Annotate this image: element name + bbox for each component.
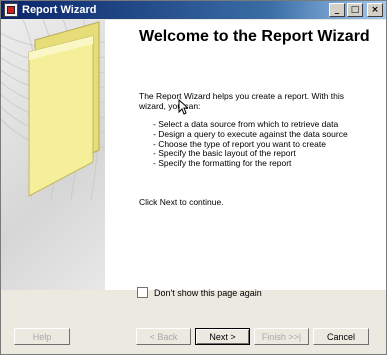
report-wizard-icon bbox=[4, 3, 18, 17]
window-title: Report Wizard bbox=[22, 4, 97, 16]
finish-button[interactable]: Finish >>| bbox=[254, 328, 309, 345]
help-button[interactable]: Help bbox=[14, 328, 70, 345]
back-button[interactable]: < Back bbox=[136, 328, 191, 345]
close-button[interactable]: × bbox=[367, 3, 383, 17]
yellow-folder-graphic bbox=[1, 20, 105, 201]
cancel-button[interactable]: Cancel bbox=[313, 328, 369, 345]
page-title: Welcome to the Report Wizard bbox=[139, 28, 370, 45]
continue-text: Click Next to continue. bbox=[139, 197, 224, 207]
mouse-pointer-icon bbox=[178, 99, 188, 115]
main-panel: Welcome to the Report Wizard The Report … bbox=[139, 20, 384, 290]
minimize-button[interactable]: _ bbox=[329, 3, 345, 17]
maximize-button[interactable]: □ bbox=[347, 3, 363, 17]
list-item: - Specify the formatting for the report bbox=[153, 158, 292, 169]
dont-show-checkbox[interactable] bbox=[137, 287, 148, 298]
title-bar[interactable]: Report Wizard _ □ × bbox=[1, 1, 386, 19]
dont-show-option[interactable]: Don't show this page again bbox=[137, 287, 262, 298]
feature-list: - Select a data source from which to ret… bbox=[153, 119, 373, 169]
next-button[interactable]: Next > bbox=[195, 328, 250, 345]
wizard-content: Welcome to the Report Wizard The Report … bbox=[1, 20, 386, 290]
dont-show-label: Don't show this page again bbox=[154, 287, 262, 298]
intro-text: The Report Wizard helps you create a rep… bbox=[139, 91, 345, 111]
side-banner bbox=[1, 20, 105, 290]
report-wizard-window: Report Wizard _ □ × Welcome to the Repor… bbox=[0, 0, 387, 355]
